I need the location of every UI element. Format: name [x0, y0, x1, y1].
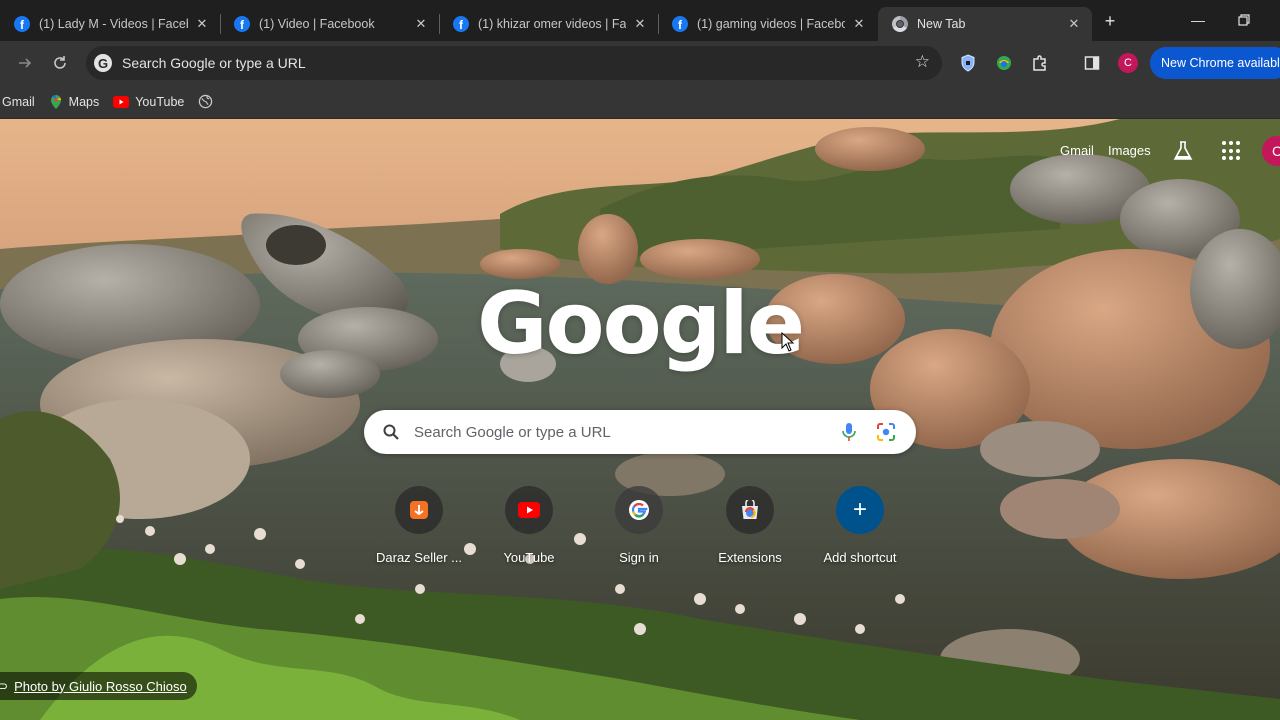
tab-gaming-videos[interactable]: f (1) gaming videos | Facebook ✕	[658, 7, 877, 41]
close-icon[interactable]: ✕	[194, 16, 210, 32]
google-apps-icon[interactable]	[1222, 141, 1242, 161]
bookmark-maps[interactable]: Maps	[49, 94, 100, 110]
green-extension-button[interactable]	[994, 53, 1014, 73]
tab-title: New Tab	[917, 17, 966, 31]
facebook-icon: f	[234, 16, 250, 32]
bookmark-star-button[interactable]: ☆	[915, 52, 930, 72]
tab-title: (1) khizar omer videos | Facebook	[478, 17, 626, 31]
shortcut-label: Extensions	[718, 550, 782, 565]
new-tab-page: Gmail Images C Google Search Google or t…	[0, 119, 1280, 720]
puzzle-icon	[1033, 55, 1046, 71]
shield-icon	[961, 54, 975, 72]
new-tab-button[interactable]: +	[1100, 11, 1120, 31]
shield-extension-button[interactable]	[958, 53, 978, 73]
toolbar: G Search Google or type a URL ☆	[0, 41, 1280, 85]
labs-flask-icon[interactable]	[1172, 140, 1194, 162]
google-icon	[629, 500, 649, 520]
shortcut-add[interactable]: + Add shortcut	[808, 486, 912, 565]
close-icon[interactable]: ✕	[851, 16, 867, 32]
bookmark-label: Gmail	[2, 94, 35, 109]
minimize-button[interactable]: —	[1184, 8, 1212, 32]
arrow-right-icon	[19, 58, 32, 68]
google-g-icon: G	[94, 54, 112, 72]
extensions-button[interactable]	[1030, 53, 1050, 73]
search-placeholder: Search Google or type a URL	[414, 423, 611, 441]
extension-logo-icon	[997, 56, 1011, 70]
profile-avatar-button[interactable]: C	[1118, 53, 1138, 73]
reload-icon	[54, 56, 66, 69]
shortcut-tile	[726, 486, 774, 534]
shortcut-extensions[interactable]: Extensions	[698, 486, 802, 565]
images-link[interactable]: Images	[1108, 143, 1151, 158]
close-icon[interactable]: ✕	[632, 16, 648, 32]
omnibox-text: Search Google or type a URL	[122, 55, 306, 71]
search-box[interactable]: Search Google or type a URL	[364, 410, 916, 454]
gmail-link[interactable]: Gmail	[1060, 143, 1094, 158]
tab-title: (1) gaming videos | Facebook	[697, 17, 845, 31]
chrome-icon	[892, 16, 908, 32]
facebook-icon: f	[672, 16, 688, 32]
plus-icon: +	[852, 496, 867, 523]
link-icon: ⊃	[0, 679, 9, 693]
new-chrome-available-button[interactable]: New Chrome available	[1150, 47, 1280, 79]
tab-new-tab[interactable]: New Tab ✕	[878, 7, 1092, 41]
reload-button[interactable]	[48, 51, 72, 75]
bookmark-label: Maps	[68, 94, 100, 109]
shortcut-label: Add shortcut	[823, 550, 897, 565]
youtube-icon	[518, 502, 540, 518]
shortcut-daraz-seller[interactable]: Daraz Seller ...	[367, 486, 471, 565]
facebook-icon: f	[453, 16, 469, 32]
maps-icon	[50, 94, 61, 109]
bookmark-label: YouTube	[135, 94, 185, 109]
omnibox[interactable]: G Search Google or type a URL ☆	[86, 46, 942, 80]
shortcut-sign-in[interactable]: Sign in	[587, 486, 691, 565]
google-logo: Google	[476, 274, 805, 374]
tab-strip: f (1) Lady M - Videos | Facebook ✕ f (1)…	[0, 0, 1280, 41]
side-panel-icon	[1084, 56, 1100, 70]
shortcut-tile	[505, 486, 553, 534]
bookmarks-bar: Gmail Maps YouTube	[0, 85, 1280, 119]
microphone-icon[interactable]	[840, 422, 858, 442]
tab-video-facebook[interactable]: f (1) Video | Facebook ✕	[220, 7, 439, 41]
bookmark-youtube[interactable]: YouTube	[113, 95, 184, 109]
forward-button[interactable]	[13, 51, 37, 75]
tab-lady-m[interactable]: f (1) Lady M - Videos | Facebook ✕	[0, 7, 220, 41]
google-lens-icon[interactable]	[876, 422, 896, 442]
close-icon[interactable]: ✕	[413, 16, 429, 32]
bookmark-globe[interactable]	[198, 94, 213, 109]
shortcut-tile	[615, 486, 663, 534]
shortcut-label: Sign in	[619, 550, 659, 565]
shortcut-label: Daraz Seller ...	[376, 550, 462, 565]
youtube-icon	[113, 95, 130, 108]
bookmark-gmail[interactable]: Gmail	[2, 95, 35, 109]
tab-title: (1) Video | Facebook	[259, 17, 375, 31]
mouse-cursor-icon	[781, 332, 795, 352]
chrome-web-store-icon	[742, 500, 758, 519]
facebook-icon: f	[14, 16, 30, 32]
shortcut-label: YouTube	[503, 550, 555, 565]
shortcut-youtube[interactable]: YouTube	[477, 486, 581, 565]
restore-icon	[1238, 14, 1250, 26]
search-icon	[383, 424, 399, 440]
photo-credit-text: Photo by Giulio Rosso Chioso	[14, 678, 187, 694]
shortcut-tile: +	[836, 486, 884, 534]
side-panel-button[interactable]	[1082, 53, 1102, 73]
daraz-icon	[410, 501, 428, 519]
shortcut-tile	[395, 486, 443, 534]
photo-credit[interactable]: ⊃ Photo by Giulio Rosso Chioso	[0, 672, 197, 700]
restore-button[interactable]	[1230, 8, 1258, 32]
tab-khizar-omer[interactable]: f (1) khizar omer videos | Facebook ✕	[439, 7, 658, 41]
tab-title: (1) Lady M - Videos | Facebook	[39, 17, 188, 31]
close-icon[interactable]: ✕	[1066, 16, 1082, 32]
globe-icon	[199, 94, 213, 109]
